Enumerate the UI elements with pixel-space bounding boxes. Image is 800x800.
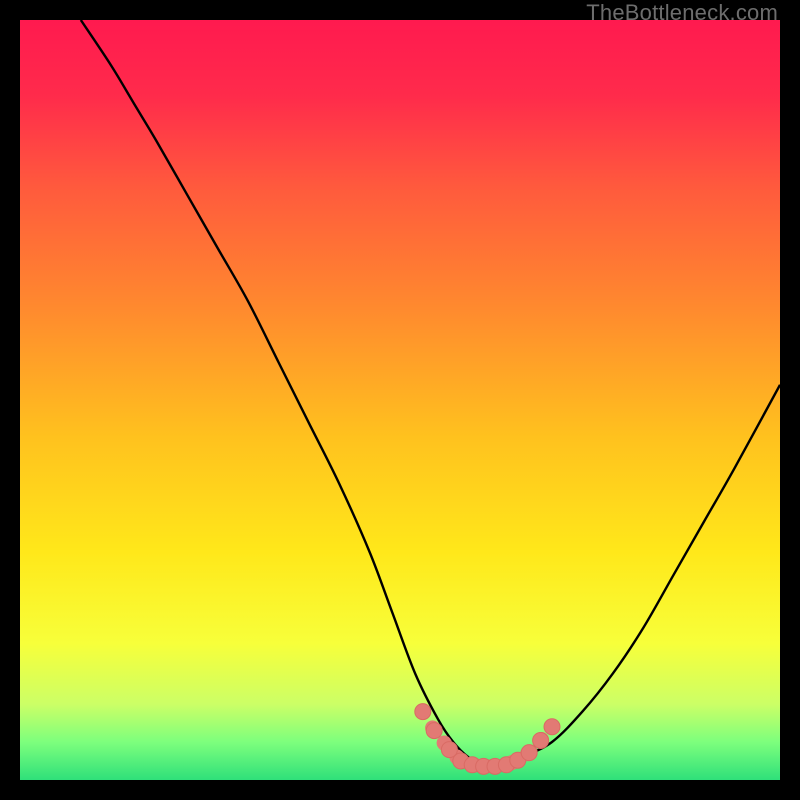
highlight-dot [533, 732, 549, 748]
highlight-dot [544, 719, 560, 735]
watermark-text: TheBottleneck.com [586, 0, 778, 26]
highlight-dot [426, 723, 442, 739]
highlight-dot [521, 745, 537, 761]
chart-frame [20, 20, 780, 780]
bottleneck-chart [20, 20, 780, 780]
highlight-dot [415, 704, 431, 720]
gradient-background [20, 20, 780, 780]
